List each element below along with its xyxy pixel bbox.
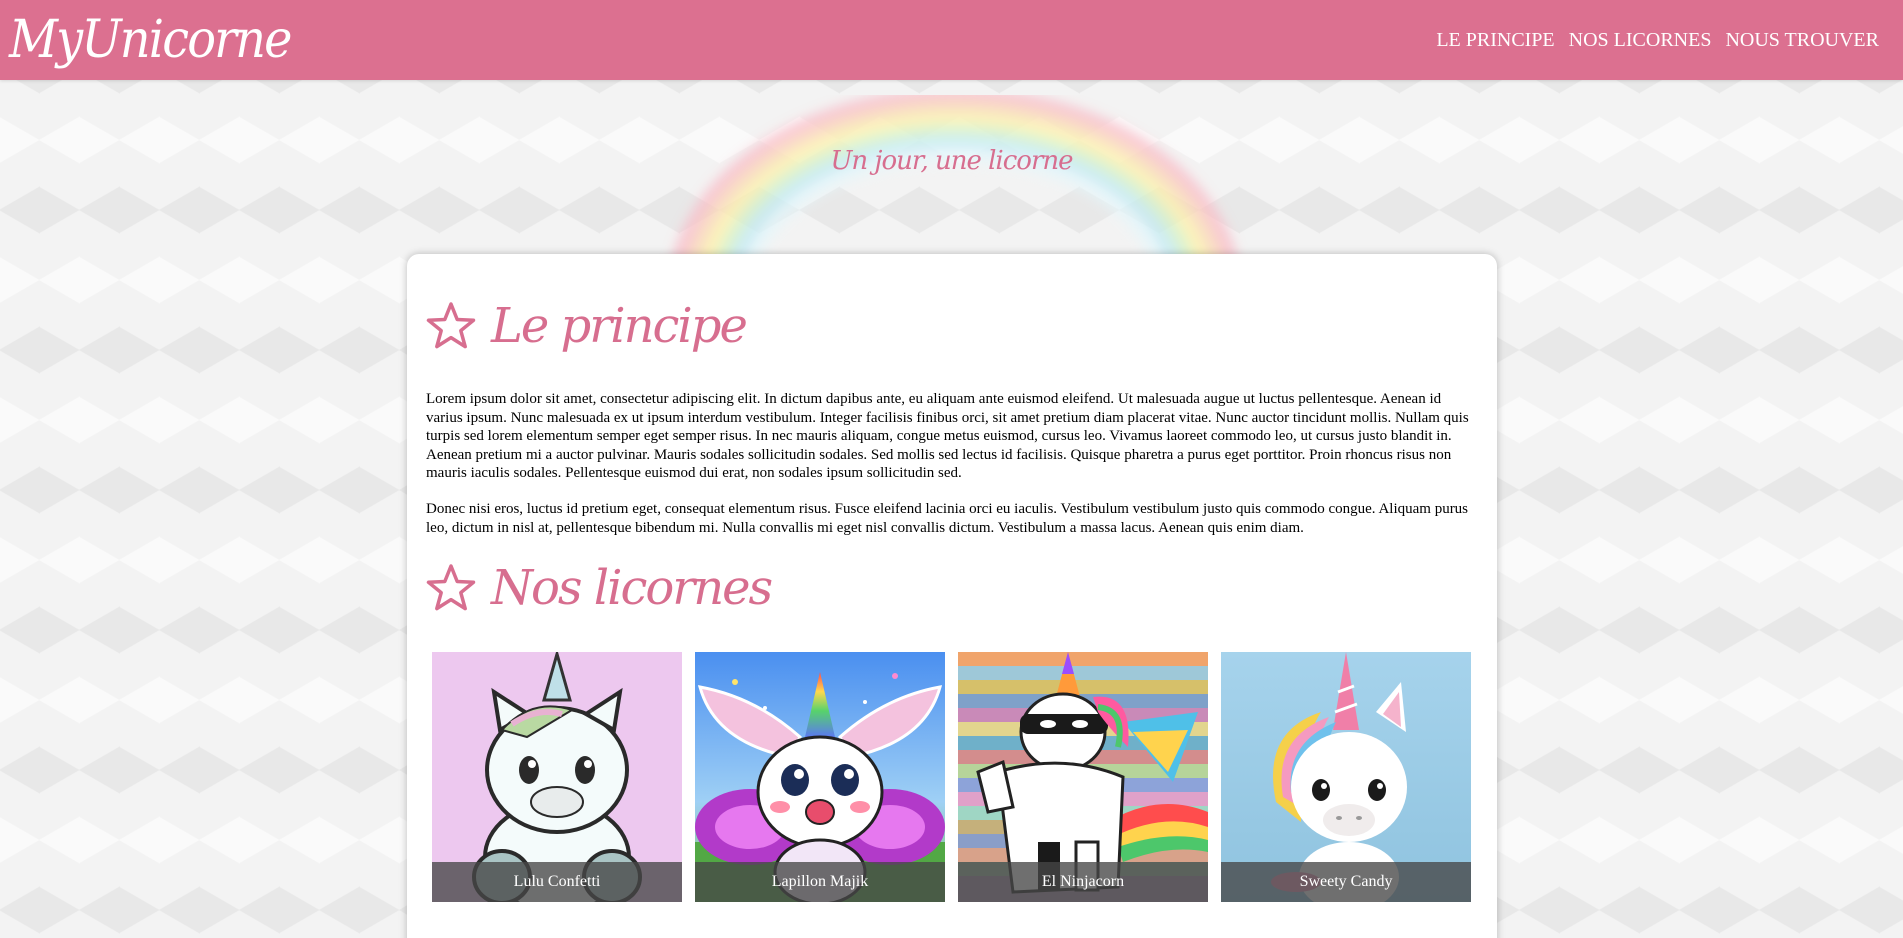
- unicorn-gallery: Lulu Confetti Lapillon Majik El Ninjacor…: [432, 652, 1471, 902]
- unicorn-card[interactable]: Lulu Confetti: [432, 652, 682, 902]
- section-title-principe: Le principe: [425, 298, 748, 354]
- star-icon: [426, 564, 476, 611]
- nav-link-trouver[interactable]: NOUS TROUVER: [1725, 28, 1879, 52]
- unicorn-name: Sweety Candy: [1221, 862, 1471, 902]
- star-icon: [426, 302, 476, 349]
- unicorn-name: Lapillon Majik: [695, 862, 945, 902]
- unicorn-card[interactable]: El Ninjacorn: [958, 652, 1208, 902]
- site-logo[interactable]: MyUnicorne: [9, 2, 292, 78]
- unicorn-card[interactable]: Lapillon Majik: [695, 652, 945, 902]
- site-header: MyUnicorne LE PRINCIPE NOS LICORNES NOUS…: [0, 0, 1903, 80]
- hero-tagline: Un jour, une licorne: [830, 146, 1073, 176]
- nav-link-principe[interactable]: LE PRINCIPE: [1436, 28, 1554, 52]
- unicorn-card[interactable]: Sweety Candy: [1221, 652, 1471, 902]
- section-title-licornes: Nos licornes: [425, 560, 773, 616]
- content-card: Le principe Lorem ipsum dolor sit amet, …: [407, 254, 1497, 938]
- main-nav: LE PRINCIPE NOS LICORNES NOUS TROUVER: [1436, 28, 1879, 52]
- unicorn-name: Lulu Confetti: [432, 862, 682, 902]
- paragraph: Donec nisi eros, luctus id pretium eget,…: [426, 501, 1469, 536]
- section-heading: Le principe: [491, 298, 748, 354]
- nav-link-licornes[interactable]: NOS LICORNES: [1569, 28, 1712, 52]
- unicorn-name: El Ninjacorn: [958, 862, 1208, 902]
- section-heading: Nos licornes: [491, 560, 773, 616]
- paragraph: Lorem ipsum dolor sit amet, consectetur …: [426, 391, 1469, 481]
